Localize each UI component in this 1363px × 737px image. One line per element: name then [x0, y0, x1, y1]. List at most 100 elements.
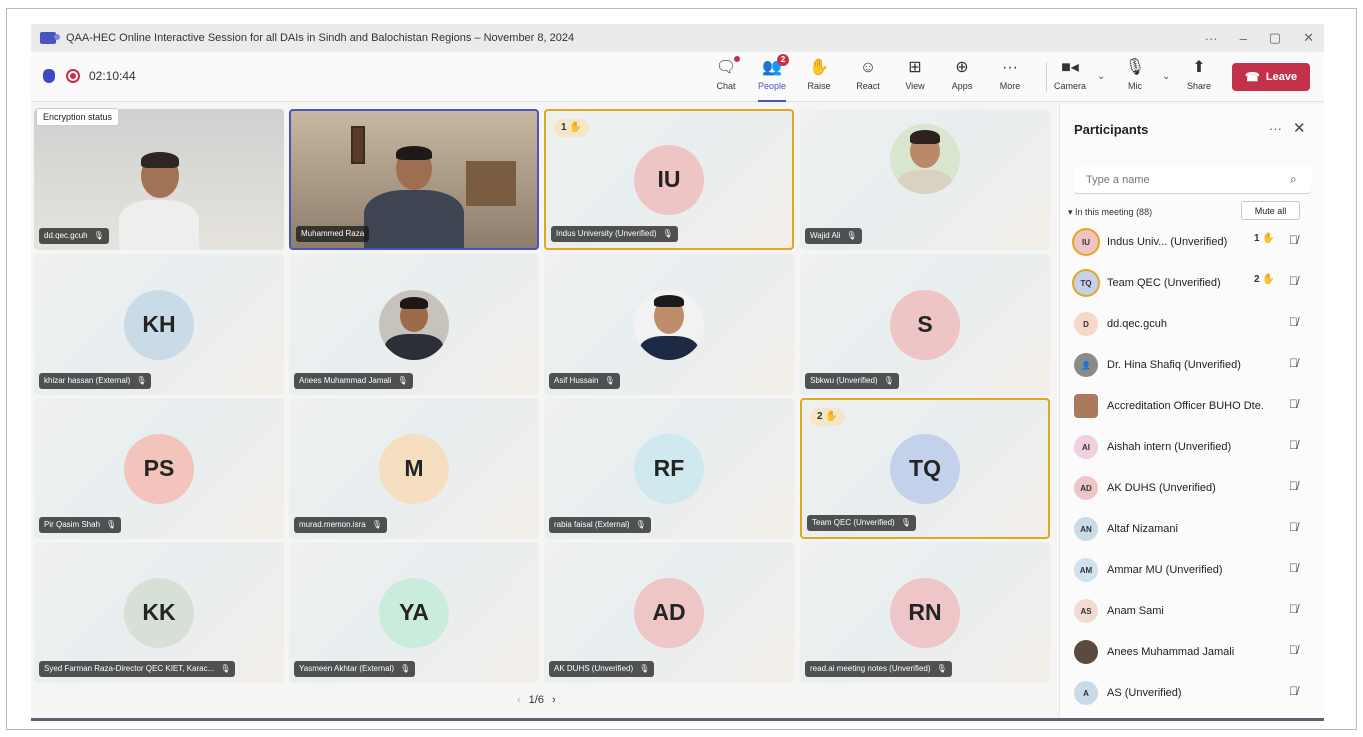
video-tile[interactable]: AD AK DUHS (Unverified) 🎙 [544, 542, 794, 683]
participant-name: Indus Univ... (Unverified) [1107, 236, 1228, 248]
initials-avatar: RN [890, 577, 960, 648]
mic-off-icon[interactable]: 🎙̸ [1289, 397, 1298, 411]
next-page-chevron-icon[interactable]: › [552, 694, 556, 706]
participant-row[interactable]: TQ Team QEC (Unverified) 2 ✋ 🎙̸ [1074, 268, 1314, 298]
participant-name: Anam Sami [1107, 605, 1164, 617]
participant-name: Ammar MU (Unverified) [1107, 564, 1223, 576]
apps-button[interactable]: ⊕ Apps [940, 58, 984, 98]
apps-plus-icon: ⊕ [955, 59, 969, 76]
raise-hand-button[interactable]: ✋ Raise [797, 58, 841, 98]
mic-off-icon[interactable]: 🎙̸ [1289, 643, 1298, 657]
mic-off-icon: 🎙 [900, 518, 911, 527]
panel-more-icon[interactable]: ··· [1269, 121, 1282, 136]
video-tile[interactable]: Asif Hussain 🎙 [544, 254, 794, 395]
participant-row[interactable]: Anees Muhammad Jamali 🎙̸ [1074, 637, 1314, 667]
participant-row[interactable]: AN Altaf Nizamani 🎙̸ [1074, 514, 1314, 544]
tile-name-label: khizar hassan (External) 🎙 [39, 373, 152, 389]
mic-muted-icon: 🎙 [1124, 59, 1146, 76]
grid-view-icon: ⊞ [908, 59, 922, 76]
participant-avatar: A [1074, 681, 1098, 705]
react-button[interactable]: ☺ React [846, 58, 890, 98]
participant-row[interactable]: D dd.qec.gcuh 🎙̸ [1074, 309, 1314, 339]
mic-button[interactable]: 🎙 Mic [1113, 58, 1157, 98]
encryption-tooltip: Encryption status [36, 108, 120, 126]
maximize-button[interactable]: ▢ [1269, 30, 1281, 46]
tile-name-label: Pir Qasim Shah 🎙 [39, 517, 122, 533]
view-button[interactable]: ⊞ View [893, 58, 937, 98]
mic-off-icon[interactable]: 🎙̸ [1289, 233, 1298, 247]
video-tile-active-speaker[interactable]: Muhammed Raza [289, 109, 539, 250]
participant-row[interactable]: Accreditation Officer BUHO Dte. 🎙̸ [1074, 391, 1314, 421]
mic-off-icon: 🎙 [106, 520, 117, 529]
mic-off-icon[interactable]: 🎙̸ [1289, 561, 1298, 575]
window-more-button[interactable]: ··· [1205, 31, 1218, 46]
video-tile[interactable]: M murad.memon.isra 🎙 [289, 398, 539, 539]
encryption-shield-icon[interactable] [43, 69, 55, 83]
video-tile[interactable]: PS Pir Qasim Shah 🎙 [34, 398, 284, 539]
video-tile[interactable]: RF rabia faisal (External) 🎙 [544, 398, 794, 539]
meeting-timer: 02:10:44 [89, 69, 136, 83]
video-tile[interactable]: dd.qec.gcuh 🎙 [34, 109, 284, 250]
raised-hand-badge: 2 ✋ [810, 408, 845, 426]
video-tile[interactable]: KK Syed Farman Raza-Director QEC KIET, K… [34, 542, 284, 683]
participant-avatar: TQ [1074, 271, 1098, 295]
participant-row[interactable]: A AS (Unverified) 🎙̸ [1074, 678, 1314, 708]
participant-row[interactable]: AS Anam Sami 🎙̸ [1074, 596, 1314, 626]
mic-options-chevron-icon[interactable]: ⌄ [1162, 71, 1170, 82]
teams-logo-icon [40, 32, 60, 44]
mic-off-icon: 🎙 [883, 376, 894, 385]
mic-off-icon: 🎙 [371, 520, 382, 529]
participant-row[interactable]: AD AK DUHS (Unverified) 🎙̸ [1074, 473, 1314, 503]
chat-button[interactable]: 🗨 Chat [704, 56, 748, 98]
previous-page-chevron-icon[interactable]: ‹ [517, 694, 521, 706]
close-window-button[interactable]: ✕ [1303, 30, 1314, 46]
camera-options-chevron-icon[interactable]: ⌄ [1097, 71, 1105, 82]
video-tile[interactable]: YA Yasmeen Akhtar (External) 🎙 [289, 542, 539, 683]
share-button[interactable]: ⬆ Share [1177, 58, 1221, 98]
hand-icon: ✋ [809, 59, 829, 76]
video-tile[interactable]: S Sbkwu (Unverified) 🎙 [800, 254, 1050, 395]
initials-avatar: RF [634, 433, 704, 504]
participant-search-input[interactable] [1074, 166, 1311, 194]
participant-name: AK DUHS (Unverified) [1107, 482, 1216, 494]
initials-avatar: IU [634, 144, 704, 215]
in-meeting-section-header[interactable]: ▾ In this meeting (88) [1068, 207, 1152, 218]
mic-off-icon: 🎙 [136, 376, 147, 385]
participant-name: Accreditation Officer BUHO Dte. [1107, 400, 1264, 412]
participant-name: Aishah intern (Unverified) [1107, 441, 1232, 453]
camera-button[interactable]: ■◂ Camera [1048, 58, 1092, 98]
initials-avatar: M [379, 433, 449, 504]
more-button[interactable]: ··· More [988, 58, 1032, 98]
mic-off-icon[interactable]: 🎙̸ [1289, 602, 1298, 616]
panel-close-icon[interactable]: ✕ [1293, 119, 1306, 137]
participant-row[interactable]: AI Aishah intern (Unverified) 🎙̸ [1074, 432, 1314, 462]
mic-off-icon[interactable]: 🎙̸ [1289, 438, 1298, 452]
mic-off-icon[interactable]: 🎙̸ [1289, 520, 1298, 534]
mic-off-icon: 🎙 [936, 664, 947, 673]
people-button[interactable]: 👥 2 People [750, 54, 794, 102]
video-tile[interactable]: KH khizar hassan (External) 🎙 [34, 254, 284, 395]
mute-all-button[interactable]: Mute all [1241, 201, 1300, 220]
mic-off-icon[interactable]: 🎙̸ [1289, 274, 1298, 288]
mic-off-icon: 🎙 [639, 664, 650, 673]
video-tile[interactable]: 2 ✋ TQ Team QEC (Unverified) 🎙 [800, 398, 1050, 539]
tile-name-label: dd.qec.gcuh 🎙 [39, 228, 109, 244]
leave-button[interactable]: ☎ Leave [1232, 63, 1310, 91]
participant-video [359, 138, 469, 248]
smiley-icon: ☺ [859, 59, 877, 76]
mic-off-icon[interactable]: 🎙̸ [1289, 684, 1298, 698]
initials-avatar: TQ [890, 433, 960, 504]
video-tile[interactable]: RN read.ai meeting notes (Unverified) 🎙 [800, 542, 1050, 683]
video-tile[interactable]: Anees Muhammad Jamali 🎙 [289, 254, 539, 395]
video-tile[interactable]: 1 ✋ IU Indus University (Unverified) 🎙 [544, 109, 794, 250]
mic-off-icon[interactable]: 🎙̸ [1289, 479, 1298, 493]
minimize-button[interactable]: – [1240, 31, 1247, 46]
video-tile[interactable]: Wajid Ali 🎙 [800, 109, 1050, 250]
mic-off-icon[interactable]: 🎙̸ [1289, 315, 1298, 329]
participant-row[interactable]: AM Ammar MU (Unverified) 🎙̸ [1074, 555, 1314, 585]
participant-row[interactable]: IU Indus Univ... (Unverified) 1 ✋ 🎙̸ [1074, 227, 1314, 257]
tile-name-label: Yasmeen Akhtar (External) 🎙 [294, 661, 416, 677]
mic-off-icon[interactable]: 🎙̸ [1289, 356, 1298, 370]
participant-video [109, 150, 209, 250]
participant-row[interactable]: 👤 Dr. Hina Shafiq (Unverified) 🎙̸ [1074, 350, 1314, 380]
